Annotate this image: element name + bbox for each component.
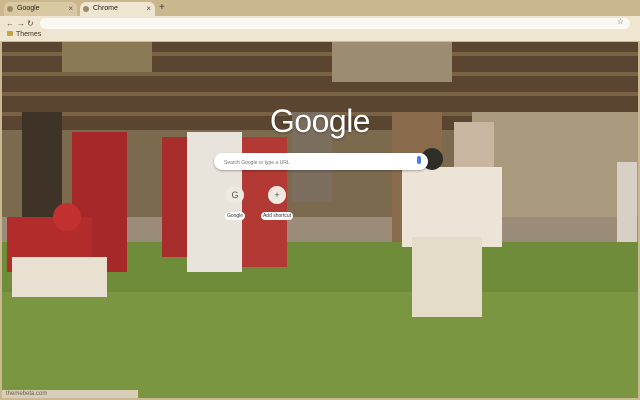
tab-strip: Google × Chrome × + — [0, 0, 640, 16]
shortcut-label: Google — [224, 212, 246, 220]
new-tab-icon[interactable]: + — [159, 2, 165, 13]
shortcut-add[interactable]: + Add shortcut — [257, 186, 297, 222]
google-shortcut-icon: G — [226, 186, 244, 204]
folder-icon — [7, 31, 13, 36]
search-box[interactable] — [214, 153, 428, 170]
new-tab-page: Google G Google + Add shortcut themebeta… — [2, 42, 638, 398]
bookmark-label: Themes — [16, 31, 42, 38]
tab-google[interactable]: Google × — [4, 2, 77, 16]
bookmark-star-icon[interactable]: ☆ — [617, 17, 624, 26]
google-logo: Google — [269, 103, 371, 139]
microphone-icon[interactable] — [417, 156, 421, 164]
bookmark-themes[interactable]: Themes — [7, 31, 41, 38]
tab-chrome[interactable]: Chrome × — [80, 2, 155, 16]
tab-label: Chrome — [93, 5, 118, 12]
shortcut-google[interactable]: G Google — [215, 186, 255, 222]
tab-label: Google — [17, 5, 40, 12]
bookmarks-bar: Themes — [0, 31, 640, 42]
search-input[interactable] — [222, 156, 411, 169]
close-tab-icon[interactable]: × — [68, 4, 73, 13]
theme-credit: themebeta.com — [2, 390, 138, 398]
shortcut-label: Add shortcut — [260, 212, 294, 220]
favicon-icon — [7, 6, 13, 12]
reload-icon[interactable]: ↻ — [27, 19, 34, 28]
close-tab-icon[interactable]: × — [146, 4, 151, 13]
address-bar[interactable]: ☆ — [40, 17, 630, 29]
forward-arrow-icon[interactable]: → — [17, 19, 25, 28]
favicon-icon — [83, 6, 89, 12]
browser-window: Google × Chrome × + ← → ↻ ☆ Themes Googl… — [0, 0, 640, 400]
back-arrow-icon[interactable]: ← — [6, 19, 14, 28]
football-photo — [2, 42, 638, 398]
plus-icon: + — [268, 186, 286, 204]
